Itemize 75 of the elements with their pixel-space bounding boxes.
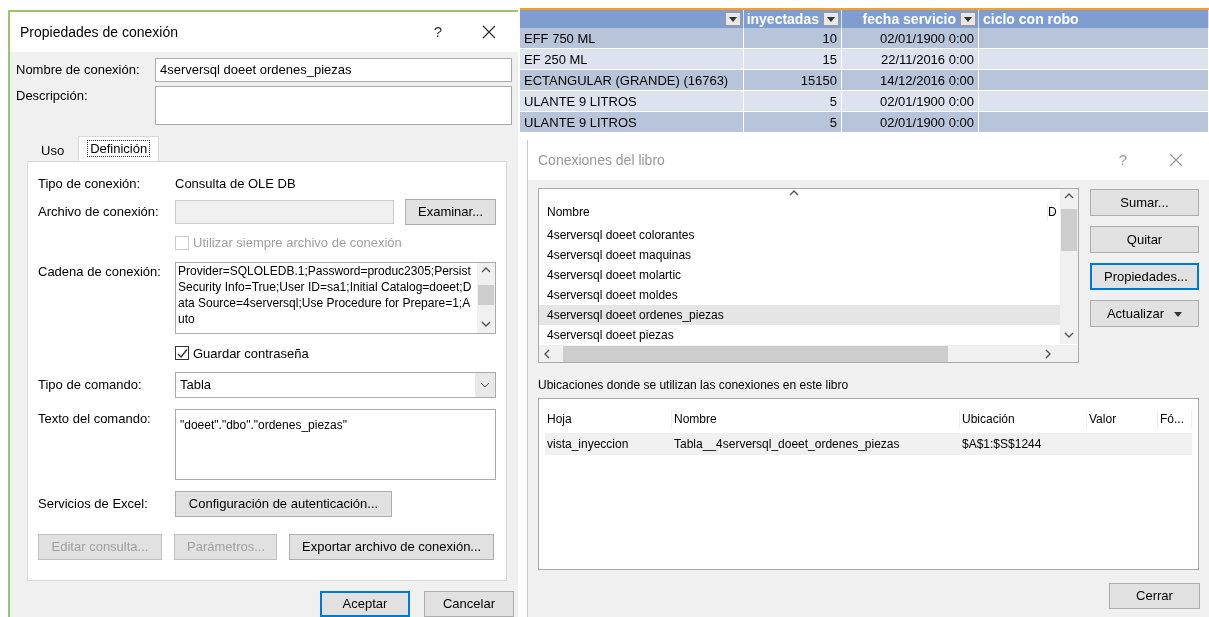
scrollbar-thumb[interactable]	[1061, 209, 1077, 251]
table-cell: 22/11/2016 0:00	[842, 49, 979, 69]
field-label: Servicios de Excel:	[38, 495, 149, 514]
window-title: Propiedades de conexión	[20, 22, 179, 42]
scrollbar[interactable]	[1060, 189, 1078, 344]
column-header[interactable]: D	[1048, 203, 1060, 221]
table-cell: ECTANGULAR (GRANDE) (16763)	[520, 70, 744, 90]
checkbox-label: Utilizar siempre archivo de conexión	[193, 234, 402, 252]
table-cell: EF 250 ML	[520, 49, 744, 69]
side-button[interactable]: Sumar...	[1090, 189, 1199, 216]
field-label: Archivo de conexión:	[38, 203, 160, 222]
text-area[interactable]: "doeet"."dbo"."ordenes_piezas"	[175, 409, 496, 480]
text-area[interactable]	[155, 86, 512, 125]
filter-dropdown[interactable]	[823, 12, 839, 26]
table-cell: 14/12/2016 0:00	[842, 70, 979, 90]
authentication-button[interactable]: Configuración de autenticación...	[175, 491, 392, 517]
column-header[interactable]: Fó...	[1158, 410, 1192, 428]
action-button[interactable]: Exportar archivo de conexión...	[289, 534, 495, 560]
text-area[interactable]: Provider=SQLOLEDB.1;Password=produc2305;Persist Security Info=True;User ID=sa1;Initial Catalog=doeet;Data Source=4serversql;Use Procedure for Prepare=1;Auto	[175, 261, 496, 334]
caret-down-icon	[827, 16, 835, 22]
connection-type: Consulta de OLE DB	[175, 175, 296, 194]
table-cell: EFF 750 ML	[520, 28, 744, 48]
section-label: Ubicaciones donde se utilizan las conexiones en este libro	[538, 377, 850, 394]
caret-down-icon	[729, 16, 737, 22]
table-cell: ULANTE 9 LITROS	[520, 112, 744, 132]
table-cell-text: $A$1:$S$1244	[961, 436, 1043, 453]
browse-button[interactable]: Examinar...	[405, 199, 496, 225]
split-button[interactable]: Actualizar	[1090, 300, 1199, 327]
table-cell: 02/01/1900 0:00	[842, 112, 979, 132]
table-cell: ULANTE 9 LITROS	[520, 91, 744, 111]
ok-button[interactable]: Aceptar	[320, 591, 410, 617]
filter-dropdown[interactable]	[960, 12, 976, 26]
help-button[interactable]: ?	[433, 20, 442, 44]
filter-dropdown[interactable]	[725, 12, 741, 26]
column-header[interactable]: Nombre	[672, 410, 960, 428]
input-field[interactable]	[175, 200, 394, 224]
table-cell: 02/01/1900 0:00	[842, 28, 979, 48]
side-button[interactable]: Quitar	[1090, 226, 1199, 253]
column-header[interactable]: Ubicación	[960, 410, 1087, 428]
field-label: Nombre de conexión:	[16, 61, 141, 80]
location-row[interactable]: vista_inyeccion Tabla__4serversql_doeet_ordenes_piezas $A$1:$S$1244	[545, 433, 1192, 455]
tab[interactable]: Definición	[78, 136, 160, 161]
cancel-button[interactable]: Cancelar	[424, 591, 514, 617]
table-cell: 5	[744, 91, 842, 111]
scrollbar-thumb[interactable]	[563, 345, 948, 362]
field-label: Tipo de comando:	[38, 376, 143, 395]
scrollbar[interactable]	[539, 345, 1078, 362]
connection-item[interactable]: 4serversql doeet ordenes_piezas	[539, 305, 1060, 325]
caret-down-icon	[964, 16, 972, 22]
column-header[interactable]: Nombre	[539, 203, 1048, 221]
scrollbar-thumb[interactable]	[478, 284, 494, 305]
scrollbar[interactable]	[477, 262, 495, 333]
chevron-icon	[475, 373, 495, 397]
table-cell-text: vista_inyeccion	[546, 436, 630, 453]
column-header[interactable]: Hoja	[545, 410, 672, 428]
table-cell: 10	[744, 28, 842, 48]
dropdown-arrow-icon	[1174, 311, 1183, 317]
field-label: Texto del comando:	[38, 410, 152, 428]
field-label: Tipo de conexión:	[38, 175, 142, 194]
close-icon[interactable]	[482, 25, 496, 39]
table-cell: 15	[744, 49, 842, 69]
table-cell-text: Tabla__4serversql_doeet_ordenes_piezas	[673, 436, 901, 453]
side-button[interactable]: Propiedades...	[1090, 263, 1199, 290]
table-cell: 02/01/1900 0:00	[842, 91, 979, 111]
input-field[interactable]: 4serversql doeet ordenes_piezas	[155, 58, 512, 82]
close-button[interactable]: Cerrar	[1109, 583, 1200, 609]
checkbox[interactable]	[175, 346, 189, 361]
field-label: Descripción:	[16, 87, 89, 105]
window-title: Conexiones del libro	[538, 150, 666, 170]
checkbox-label: Guardar contraseña	[193, 344, 309, 363]
dropdown[interactable]: Tabla	[175, 372, 496, 398]
table-cell: 15150	[744, 70, 842, 90]
field-label: Cadena de conexión:	[38, 262, 162, 281]
column-header[interactable]: Valor	[1087, 410, 1158, 428]
table-cell: 5	[744, 112, 842, 132]
